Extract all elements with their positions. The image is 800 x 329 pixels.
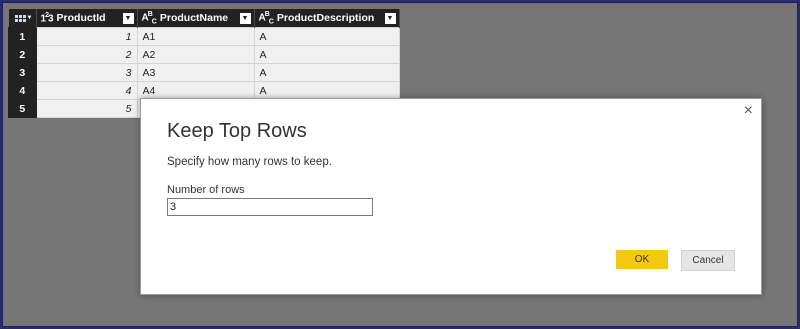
row-number: 3 xyxy=(8,63,37,82)
column-header-productid[interactable]: 123 ProductId ▼ xyxy=(36,9,138,28)
keep-top-rows-dialog: × Keep Top Rows Specify how many rows to… xyxy=(140,98,762,295)
dialog-subtitle: Specify how many rows to keep. xyxy=(167,156,332,168)
table-corner-menu[interactable]: ▼ xyxy=(8,9,37,28)
column-header-productdescription[interactable]: ABC ProductDescription ▼ xyxy=(254,9,400,28)
cell-productdescription[interactable]: A xyxy=(253,27,400,46)
cell-productname[interactable]: A4 xyxy=(136,81,255,100)
filter-dropdown-icon[interactable]: ▼ xyxy=(239,12,251,24)
chevron-down-icon: ▼ xyxy=(26,15,33,21)
column-header-label: ProductId xyxy=(56,12,106,24)
row-number: 2 xyxy=(8,45,37,64)
column-header-label: ProductDescription xyxy=(276,12,375,24)
dialog-title: Keep Top Rows xyxy=(167,120,307,142)
table-row[interactable]: 1 1 A1 A xyxy=(8,27,400,46)
type-text-icon[interactable]: ABC xyxy=(259,11,274,25)
cell-productid[interactable]: 4 xyxy=(35,81,138,100)
cell-productdescription[interactable]: A xyxy=(253,63,400,82)
column-header-productname[interactable]: ABC ProductName ▼ xyxy=(137,9,255,28)
filter-dropdown-icon[interactable]: ▼ xyxy=(384,12,396,24)
cell-productid[interactable]: 5 xyxy=(35,99,138,118)
cancel-button[interactable]: Cancel xyxy=(681,250,735,271)
type-number-icon[interactable]: 123 xyxy=(41,12,54,24)
column-header-label: ProductName xyxy=(159,12,229,24)
close-icon[interactable]: × xyxy=(744,103,753,119)
row-number: 5 xyxy=(8,99,37,118)
type-text-icon[interactable]: ABC xyxy=(142,11,157,25)
filter-dropdown-icon[interactable]: ▼ xyxy=(122,12,134,24)
cell-productid[interactable]: 2 xyxy=(35,45,138,64)
cell-productname[interactable]: A1 xyxy=(136,27,255,46)
cell-productid[interactable]: 1 xyxy=(35,27,138,46)
table-row[interactable]: 2 2 A2 A xyxy=(8,45,400,64)
cell-productname[interactable]: A3 xyxy=(136,63,255,82)
table-row[interactable]: 3 3 A3 A xyxy=(8,63,400,82)
row-number: 1 xyxy=(8,27,37,46)
ok-button[interactable]: OK xyxy=(616,250,668,269)
cell-productdescription[interactable]: A xyxy=(253,45,400,64)
table-row[interactable]: 4 4 A4 A xyxy=(8,81,400,100)
number-of-rows-input[interactable] xyxy=(167,198,373,216)
cell-productdescription[interactable]: A xyxy=(253,81,400,100)
number-of-rows-label: Number of rows xyxy=(167,184,245,196)
cell-productname[interactable]: A2 xyxy=(136,45,255,64)
table-icon xyxy=(14,14,26,22)
row-number: 4 xyxy=(8,81,37,100)
cell-productid[interactable]: 3 xyxy=(35,63,138,82)
query-editor-area: ▼ 123 ProductId ▼ ABC ProductName ▼ ABC … xyxy=(2,2,798,327)
